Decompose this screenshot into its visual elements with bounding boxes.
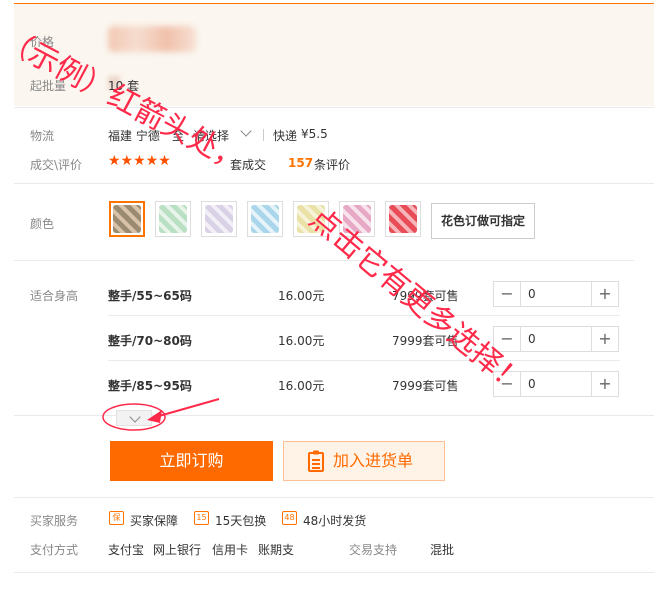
decrease-button[interactable]: − xyxy=(494,282,521,306)
divider xyxy=(14,497,654,498)
deals-label: 成交\评价 xyxy=(30,158,83,172)
increase-button[interactable]: + xyxy=(591,372,618,396)
expand-more-button[interactable] xyxy=(116,410,152,426)
payment-method: 支付宝 xyxy=(108,543,145,557)
exchange-icon: 15 xyxy=(194,511,209,525)
quantity-stepper: − 0 + xyxy=(493,371,619,397)
custom-print-option[interactable]: 花色订做可指定 xyxy=(431,203,535,239)
color-label: 颜色 xyxy=(30,217,55,231)
divider xyxy=(14,415,654,416)
chevron-down-icon[interactable] xyxy=(240,125,252,137)
size-label: 适合身高 xyxy=(30,289,79,303)
divider xyxy=(108,315,620,316)
color-swatch-7[interactable] xyxy=(385,201,421,237)
increase-button[interactable]: + xyxy=(591,327,618,351)
clipboard-icon xyxy=(308,450,324,472)
shipping-fee: ¥5.5 xyxy=(301,127,328,141)
swatch-image xyxy=(251,205,279,233)
sold-count: 套成交 xyxy=(230,158,267,172)
color-swatch-3[interactable] xyxy=(201,201,237,237)
quantity-stepper: − 0 + xyxy=(493,326,619,352)
price-value-blurred xyxy=(108,26,196,52)
chevron-down-icon xyxy=(129,411,141,423)
divider xyxy=(14,183,654,184)
review-count[interactable]: 157 xyxy=(288,156,313,170)
decrease-button[interactable]: − xyxy=(494,372,521,396)
sku-name: 整手/70~80码 xyxy=(108,334,192,348)
decrease-button[interactable]: − xyxy=(494,327,521,351)
color-swatch-5[interactable] xyxy=(293,201,329,237)
swatch-image xyxy=(297,205,325,233)
services-label: 买家服务 xyxy=(30,514,79,528)
add-to-list-label: 加入进货单 xyxy=(333,451,414,470)
color-swatch-6[interactable] xyxy=(339,201,375,237)
ship-from: 福建 宁德 xyxy=(108,129,160,143)
quantity-stepper: − 0 + xyxy=(493,281,619,307)
shipping-label: 物流 xyxy=(30,129,55,143)
sku-name: 整手/85~95码 xyxy=(108,379,192,393)
swatch-image xyxy=(113,205,141,233)
sku-stock: 7999套可售 xyxy=(392,379,459,393)
sku-stock: 7999套可售 xyxy=(392,289,459,303)
color-swatch-2[interactable] xyxy=(155,201,191,237)
trade-support-label: 交易支持 xyxy=(349,543,398,557)
divider xyxy=(14,572,654,573)
ship-to-label: 至 xyxy=(172,129,185,143)
price-label: 价格 xyxy=(30,35,55,49)
service-item[interactable]: 15天包换 xyxy=(215,512,266,529)
sku-name: 整手/55~65码 xyxy=(108,289,192,303)
swatch-image xyxy=(159,205,187,233)
buy-now-button[interactable]: 立即订购 xyxy=(110,441,273,481)
quantity-input[interactable]: 0 xyxy=(528,287,536,301)
sku-price: 16.00元 xyxy=(278,334,325,348)
payment-method: 账期支 xyxy=(258,543,295,557)
payment-label: 支付方式 xyxy=(30,543,79,557)
color-swatch-4[interactable] xyxy=(247,201,283,237)
divider xyxy=(14,260,634,261)
payment-method: 网上银行 xyxy=(153,543,202,557)
shipping-time-icon: 48 xyxy=(282,511,297,525)
separator xyxy=(263,129,264,141)
payment-method: 信用卡 xyxy=(212,543,249,557)
trade-support-value: 混批 xyxy=(430,543,455,557)
shipping-method: 快递 xyxy=(273,129,298,143)
service-item[interactable]: 48小时发货 xyxy=(303,512,366,529)
review-suffix[interactable]: 条评价 xyxy=(314,156,350,173)
service-item[interactable]: 买家保障 xyxy=(130,512,178,529)
sku-price: 16.00元 xyxy=(278,379,325,393)
divider xyxy=(14,107,654,108)
divider xyxy=(108,360,620,361)
guarantee-icon: 保 xyxy=(109,511,124,525)
min-order-value: 10 套 xyxy=(108,79,140,93)
quantity-input[interactable]: 0 xyxy=(528,332,536,346)
min-order-label: 起批量 xyxy=(30,79,67,93)
swatch-image xyxy=(205,205,233,233)
rating-stars: ★★★★★ xyxy=(108,153,171,169)
swatch-image xyxy=(389,205,417,233)
swatch-image xyxy=(343,205,371,233)
increase-button[interactable]: + xyxy=(591,282,618,306)
add-to-list-button[interactable]: 加入进货单 xyxy=(283,441,445,481)
sku-price: 16.00元 xyxy=(278,289,325,303)
destination-select[interactable]: 请选择 xyxy=(193,127,229,144)
quantity-input[interactable]: 0 xyxy=(528,377,536,391)
color-swatch-1[interactable] xyxy=(109,201,145,237)
sku-stock: 7999套可售 xyxy=(392,334,459,348)
